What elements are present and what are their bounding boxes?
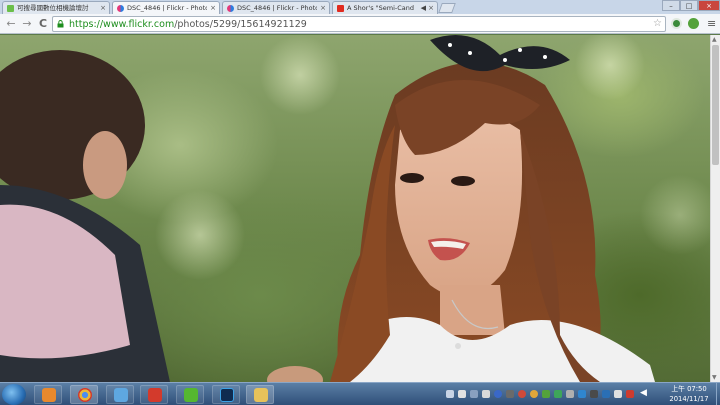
tray-icon[interactable] (542, 390, 550, 398)
start-button[interactable] (2, 384, 26, 405)
tab-title: DSC_4846 | Flickr - Photo (127, 4, 207, 12)
tray-icon[interactable] (566, 390, 574, 398)
line-icon (184, 388, 198, 402)
chrome-icon (78, 388, 92, 402)
portrait-photo (0, 35, 710, 382)
media-player-icon (42, 388, 56, 402)
foxit-icon (148, 388, 162, 402)
photo-viewer-button[interactable] (106, 385, 134, 404)
tab-close-icon[interactable]: × (210, 2, 216, 14)
volume-icon[interactable]: ◀ (640, 388, 647, 398)
speaker-icon: ◀ (420, 4, 426, 12)
flickr-favicon-icon (117, 5, 124, 12)
url-host: https://www.flickr.com (69, 19, 175, 30)
tab-title: 可搜尋國數位相機論壇討 (17, 4, 89, 12)
tray-icon[interactable] (518, 390, 526, 398)
tab-close-icon[interactable]: × (100, 2, 106, 14)
tray-icon[interactable] (578, 390, 586, 398)
system-clock[interactable]: 上午 07:50 2014/11/17 (660, 384, 718, 405)
tab-close-icon[interactable]: × (320, 2, 326, 14)
explorer-button[interactable] (246, 385, 274, 404)
clock-time: 上午 07:50 (671, 385, 707, 393)
scroll-down-icon[interactable]: ▼ (712, 374, 717, 381)
photoshop-button[interactable] (212, 385, 240, 404)
tray-icon[interactable] (590, 390, 598, 398)
minimize-button[interactable]: – (662, 0, 680, 11)
photoshop-icon (220, 388, 234, 402)
browser-toolbar: ← → C https://www.flickr.com/photos/5299… (0, 14, 720, 34)
tab-forum[interactable]: 可搜尋國數位相機論壇討 × (2, 1, 110, 14)
tab-close-icon[interactable]: × (428, 2, 434, 14)
address-bar[interactable]: https://www.flickr.com/photos/5299/15614… (52, 16, 666, 32)
tray-icon[interactable] (614, 390, 622, 398)
explorer-icon (254, 388, 268, 402)
tray-icon[interactable] (506, 390, 514, 398)
bookmark-star-icon[interactable]: ☆ (653, 18, 662, 29)
tab-flickr-active[interactable]: DSC_4846 | Flickr - Photo × (112, 1, 220, 14)
tray-icon[interactable] (446, 390, 454, 398)
tab-title: DSC_4846 | Flickr - Photo (237, 4, 317, 12)
foxit-button[interactable] (140, 385, 168, 404)
forum-favicon-icon (7, 5, 14, 12)
forward-button[interactable]: → (20, 17, 34, 31)
flickr-favicon-icon (227, 5, 234, 12)
windows-taskbar: ◀ 上午 07:50 2014/11/17 (0, 382, 720, 405)
evernote-icon[interactable] (688, 18, 699, 29)
scroll-thumb[interactable] (712, 45, 719, 165)
tab-title: A Shor's "Semi-Cand (347, 4, 415, 12)
page-scrollbar[interactable]: ▲ ▼ (710, 35, 720, 382)
reload-button[interactable]: C (36, 17, 50, 31)
close-window-button[interactable]: × (698, 0, 720, 11)
tray-icon[interactable] (554, 390, 562, 398)
url-path: /photos/5299/15614921129 (174, 19, 307, 30)
line-button[interactable] (176, 385, 204, 404)
media-player-button[interactable] (34, 385, 62, 404)
tray-icon[interactable] (530, 390, 538, 398)
menu-icon[interactable]: ≡ (707, 17, 716, 31)
tab-youtube[interactable]: A Shor's "Semi-Cand ◀ × (332, 1, 438, 14)
youtube-favicon-icon (337, 5, 344, 12)
back-button[interactable]: ← (4, 17, 18, 31)
show-desktop-button[interactable] (716, 383, 720, 405)
lock-icon (57, 20, 64, 28)
tray-icon[interactable] (494, 390, 502, 398)
tray-icon[interactable] (626, 390, 634, 398)
browser-window: 可搜尋國數位相機論壇討 × DSC_4846 | Flickr - Photo … (0, 0, 720, 405)
tray-icon[interactable] (482, 390, 490, 398)
flickr-extension-icon[interactable] (671, 18, 682, 29)
scroll-up-icon[interactable]: ▲ (712, 36, 717, 43)
maximize-button[interactable]: □ (680, 0, 698, 11)
tray-icon[interactable] (602, 390, 610, 398)
url-text: https://www.flickr.com/photos/5299/15614… (69, 18, 307, 31)
tab-strip: 可搜尋國數位相機論壇討 × DSC_4846 | Flickr - Photo … (0, 0, 720, 14)
chrome-taskbar-button[interactable] (70, 385, 98, 404)
clock-date: 2014/11/17 (669, 395, 709, 403)
photo-viewer[interactable] (0, 35, 710, 382)
system-tray: ◀ (444, 385, 654, 404)
photo-viewer-icon (114, 388, 128, 402)
tray-icon[interactable] (458, 390, 466, 398)
tray-icon[interactable] (470, 390, 478, 398)
new-tab-button[interactable] (438, 3, 456, 13)
tab-flickr-2[interactable]: DSC_4846 | Flickr - Photo × (222, 1, 330, 14)
